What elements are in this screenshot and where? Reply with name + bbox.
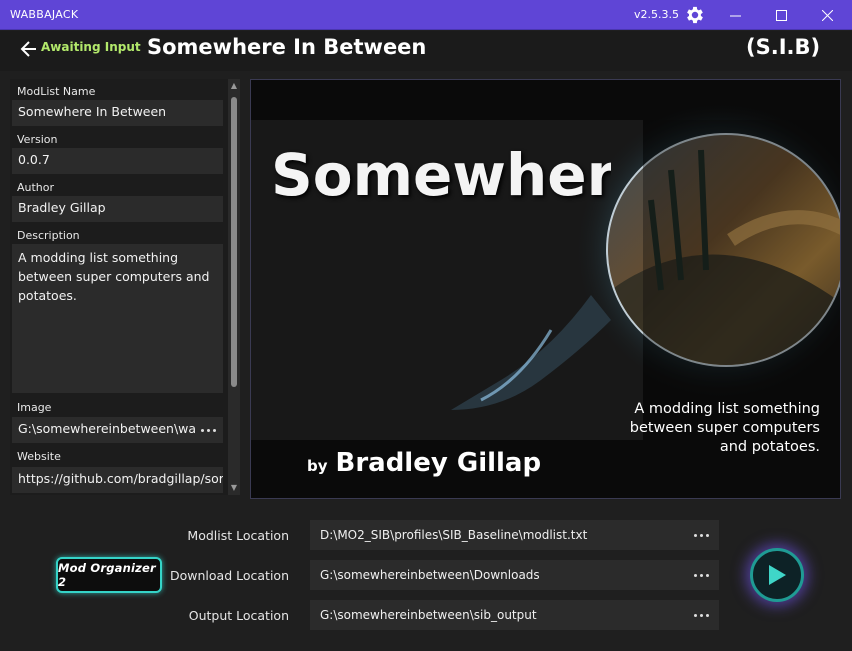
- website-field[interactable]: https://github.com/bradgillap/sor: [12, 467, 223, 493]
- download-location-path: G:\somewhereinbetween\Downloads: [320, 568, 540, 582]
- modlist-name-field[interactable]: Somewhere In Between: [12, 100, 223, 126]
- minimize-icon: [729, 15, 741, 16]
- gear-icon[interactable]: [684, 4, 706, 26]
- splash-byline: by Bradley Gillap: [307, 448, 541, 478]
- play-icon: [769, 565, 786, 585]
- arrow-left-icon[interactable]: [20, 40, 38, 58]
- modlist-short-name: (S.I.B): [746, 35, 821, 59]
- close-button[interactable]: [804, 0, 850, 30]
- begin-install-button[interactable]: [750, 548, 804, 602]
- modlist-name-label: ModList Name: [17, 85, 96, 98]
- panel-scrollbar[interactable]: ▲ ▼: [228, 79, 240, 495]
- modlist-splash-image: Somewhere In Between (S.I.B) by Bradley …: [250, 79, 841, 499]
- version-label: Version: [17, 133, 58, 146]
- minimize-button[interactable]: [712, 0, 758, 30]
- version-field[interactable]: 0.0.7: [12, 148, 223, 174]
- browse-download-button[interactable]: [689, 564, 713, 586]
- description-field[interactable]: A modding list something between super c…: [12, 244, 223, 393]
- image-label: Image: [17, 401, 52, 414]
- scroll-up-icon[interactable]: ▲: [228, 79, 240, 93]
- output-location-path: G:\somewhereinbetween\sib_output: [320, 608, 537, 622]
- browse-output-button[interactable]: [689, 604, 713, 626]
- scroll-thumb[interactable]: [231, 97, 237, 387]
- modlist-location-label: Modlist Location: [187, 528, 289, 543]
- scroll-down-icon[interactable]: ▼: [228, 481, 240, 495]
- modlist-location-field[interactable]: D:\MO2_SIB\profiles\SIB_Baseline\modlist…: [310, 520, 719, 550]
- download-location-label: Download Location: [170, 568, 289, 583]
- metadata-panel: ModList Name Somewhere In Between Versio…: [10, 79, 240, 495]
- image-field[interactable]: G:\somewhereinbetween\wa: [12, 417, 223, 443]
- status-text: Awaiting Input: [41, 40, 141, 54]
- splash-by-label: by: [307, 457, 328, 475]
- download-location-field[interactable]: G:\somewhereinbetween\Downloads: [310, 560, 719, 590]
- header: Awaiting Input Somewhere In Between (S.I…: [0, 31, 852, 71]
- author-label: Author: [17, 181, 55, 194]
- maximize-icon: [775, 9, 787, 21]
- description-label: Description: [17, 229, 80, 242]
- website-label: Website: [17, 450, 61, 463]
- modlist-location-path: D:\MO2_SIB\profiles\SIB_Baseline\modlist…: [320, 528, 588, 542]
- output-location-field[interactable]: G:\somewhereinbetween\sib_output: [310, 600, 719, 630]
- maximize-button[interactable]: [758, 0, 804, 30]
- author-field[interactable]: Bradley Gillap: [12, 196, 223, 222]
- close-icon: [821, 9, 833, 21]
- image-path: G:\somewhereinbetween\wa: [18, 421, 197, 436]
- app-title: WABBAJACK: [10, 8, 79, 21]
- browse-image-button[interactable]: [196, 419, 220, 441]
- splash-author: Bradley Gillap: [335, 448, 542, 478]
- splash-title: Somewhere In Between (S.I.B): [271, 145, 611, 206]
- output-location-label: Output Location: [188, 608, 289, 623]
- title-bar: WABBAJACK v2.5.3.5: [0, 0, 852, 30]
- splash-description: A modding list something between super c…: [629, 401, 820, 455]
- browse-modlist-button[interactable]: [689, 524, 713, 546]
- page-title: Somewhere In Between: [147, 35, 427, 59]
- app-version: v2.5.3.5: [634, 8, 679, 21]
